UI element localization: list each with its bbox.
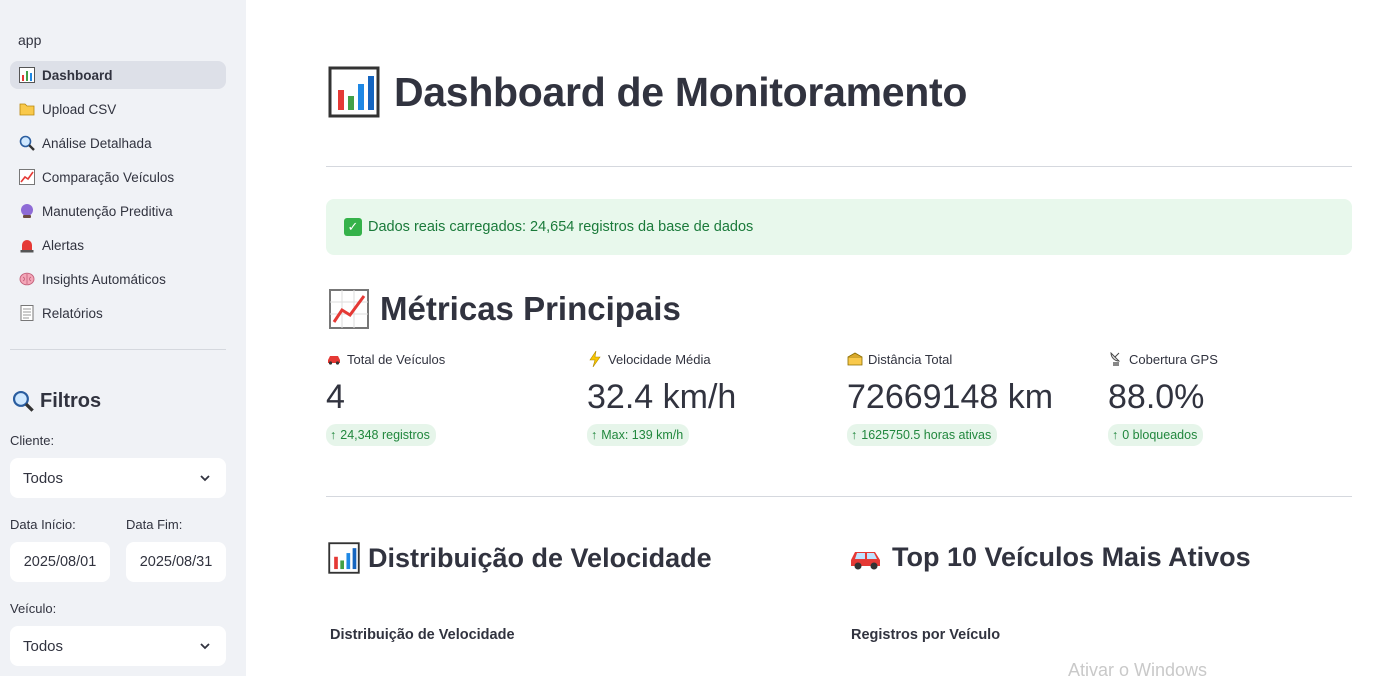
sidebar-item-alertas[interactable]: Alertas	[10, 231, 226, 259]
trend-chart-icon	[18, 168, 36, 186]
metric-delta-text: 0 bloqueados	[1122, 428, 1198, 442]
bar-chart-icon	[18, 66, 36, 84]
veiculo-select[interactable]: Todos	[10, 626, 226, 666]
sidebar-nav: Dashboard Upload CSV Análise Detalhada C…	[10, 61, 226, 333]
metric-cobertura-gps: Cobertura GPS 88.0% ↑ 0 bloqueados	[1108, 350, 1348, 446]
page-title: Dashboard de Monitoramento	[328, 66, 967, 118]
sidebar-item-dashboard[interactable]: Dashboard	[10, 61, 226, 89]
car-icon	[326, 351, 342, 367]
arrow-up-icon: ↑	[591, 428, 598, 442]
cliente-select-value: Todos	[23, 469, 64, 487]
arrow-up-icon: ↑	[851, 428, 858, 442]
sidebar-item-label: Dashboard	[42, 67, 113, 83]
arrow-up-icon: ↑	[1112, 428, 1119, 442]
sidebar-item-insights-automaticos[interactable]: Insights Automáticos	[10, 265, 226, 293]
page-title-text: Dashboard de Monitoramento	[394, 68, 968, 115]
speed-section-title: Distribuição de Velocidade	[368, 542, 712, 573]
sidebar-divider	[10, 349, 226, 350]
metric-label-row: Total de Veículos	[326, 350, 566, 368]
metric-total-veiculos: Total de Veículos 4 ↑ 24,348 registros	[326, 350, 566, 446]
sidebar-item-label: Análise Detalhada	[42, 135, 152, 151]
metric-label: Velocidade Média	[608, 351, 711, 367]
chevron-down-icon	[200, 475, 210, 482]
sidebar-item-label: Insights Automáticos	[42, 271, 166, 287]
metric-label: Cobertura GPS	[1129, 351, 1218, 367]
data-fim-input[interactable]: 2025/08/31	[126, 542, 226, 582]
metric-delta: ↑ 24,348 registros	[326, 424, 436, 446]
veiculo-label: Veículo:	[10, 601, 57, 616]
metric-delta-text: 1625750.5 horas ativas	[861, 428, 992, 442]
magnifier-icon	[18, 134, 36, 152]
metric-value: 4	[326, 378, 345, 416]
metric-label: Distância Total	[868, 351, 953, 367]
windows-activation-watermark: Ativar o Windows	[1068, 660, 1208, 676]
metric-delta: ↑ Max: 139 km/h	[587, 424, 690, 446]
chevron-down-icon	[200, 643, 210, 650]
veiculo-select-value: Todos	[23, 637, 64, 655]
metric-velocidade-media: Velocidade Média 32.4 km/h ↑ Max: 139 km…	[587, 350, 827, 446]
main-content: Dashboard de Monitoramento ✓ Dados reais…	[246, 0, 1387, 676]
metric-label-row: Cobertura GPS	[1108, 350, 1348, 368]
bar-chart-icon	[328, 66, 380, 118]
sidebar-item-label: Comparação Veículos	[42, 169, 175, 185]
divider	[326, 496, 1352, 497]
siren-icon	[18, 236, 36, 254]
metric-delta-text: Max: 139 km/h	[601, 428, 684, 442]
metric-label-row: Distância Total	[847, 350, 1087, 368]
sidebar-item-manutencao-preditiva[interactable]: Manutenção Preditiva	[10, 197, 226, 225]
sidebar-item-label: Upload CSV	[42, 101, 117, 117]
filters-heading: Filtros	[10, 388, 101, 414]
top-vehicles-title: Top 10 Veículos Mais Ativos	[892, 542, 1251, 572]
data-inicio-label: Data Início:	[10, 517, 76, 532]
metric-delta-text: 24,348 registros	[340, 428, 430, 442]
metric-value: 88.0%	[1108, 378, 1205, 416]
folder-icon	[18, 100, 36, 118]
sidebar-item-relatorios[interactable]: Relatórios	[10, 299, 226, 327]
document-icon	[18, 304, 36, 322]
cliente-label: Cliente:	[10, 433, 55, 448]
brain-icon	[18, 270, 36, 288]
arrow-up-icon: ↑	[330, 428, 337, 442]
satellite-icon	[1108, 351, 1124, 367]
metric-delta: ↑ 0 bloqueados	[1108, 424, 1204, 446]
filters-title: Filtros	[40, 389, 102, 412]
speed-section-heading: Distribuição de Velocidade	[328, 542, 712, 574]
divider	[326, 166, 1352, 167]
crystal-ball-icon	[18, 202, 36, 220]
metric-value: 72669148 km	[847, 378, 1054, 416]
success-alert: ✓ Dados reais carregados: 24,654 registr…	[326, 199, 1352, 255]
metric-value: 32.4 km/h	[587, 378, 737, 416]
app-label: app	[18, 32, 42, 48]
metric-label: Total de Veículos	[347, 351, 446, 367]
metric-label-row: Velocidade Média	[587, 350, 827, 368]
data-inicio-input[interactable]: 2025/08/01	[10, 542, 110, 582]
sidebar-item-label: Alertas	[42, 237, 85, 253]
success-message: Dados reais carregados: 24,654 registros…	[368, 219, 754, 235]
bar-chart-icon	[328, 542, 360, 574]
metrics-heading: Métricas Principais	[328, 288, 681, 330]
metric-delta: ↑ 1625750.5 horas ativas	[847, 424, 998, 446]
cliente-select[interactable]: Todos	[10, 458, 226, 498]
sidebar-item-upload-csv[interactable]: Upload CSV	[10, 95, 226, 123]
speed-chart-title: Distribuição de Velocidade	[330, 627, 515, 643]
trend-chart-icon	[329, 289, 369, 329]
sidebar-item-analise-detalhada[interactable]: Análise Detalhada	[10, 129, 226, 157]
sidebar-item-comparacao-veiculos[interactable]: Comparação Veículos	[10, 163, 226, 191]
metric-distancia-total: Distância Total 72669148 km ↑ 1625750.5 …	[847, 350, 1087, 446]
sidebar-item-label: Manutenção Preditiva	[42, 203, 173, 219]
sidebar: app Dashboard Upload CSV Análise Detalha…	[0, 0, 246, 676]
top-vehicles-chart-title: Registros por Veículo	[851, 627, 1001, 643]
route-icon	[847, 351, 863, 367]
top-vehicles-heading: Top 10 Veículos Mais Ativos	[848, 542, 1251, 573]
lightning-icon	[587, 351, 603, 367]
check-icon: ✓	[344, 218, 362, 236]
sidebar-item-label: Relatórios	[42, 305, 103, 321]
car-icon	[851, 551, 880, 569]
magnifier-icon	[10, 388, 36, 414]
metrics-title: Métricas Principais	[380, 290, 681, 327]
data-fim-label: Data Fim:	[126, 517, 183, 532]
